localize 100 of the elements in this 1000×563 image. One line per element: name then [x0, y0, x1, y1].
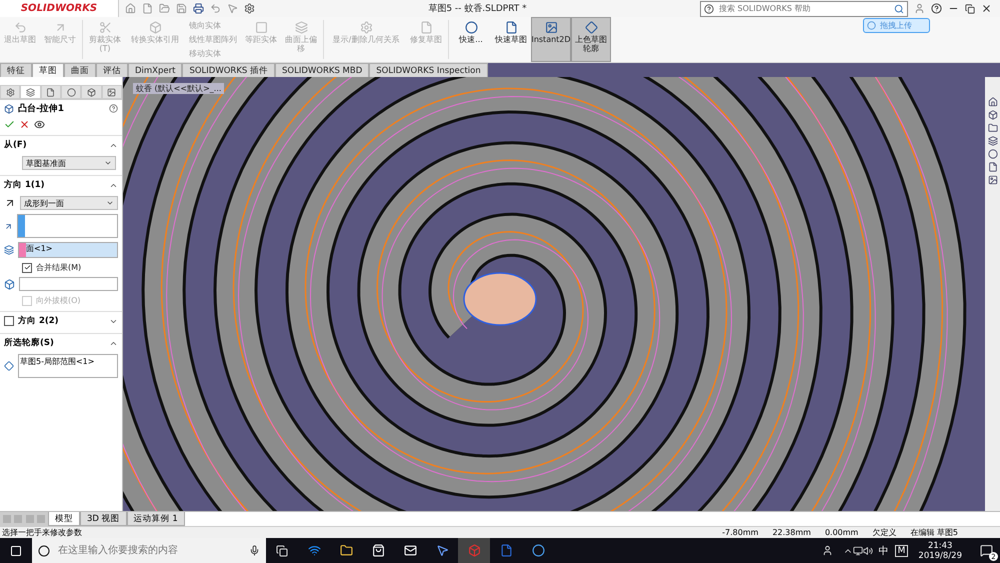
- model-tab[interactable]: 模型: [48, 512, 80, 526]
- checkbox-label: 向外拔模(O): [36, 295, 81, 306]
- settings-icon[interactable]: [244, 3, 255, 14]
- help-icon[interactable]: [109, 104, 118, 113]
- undo-icon[interactable]: [210, 3, 221, 14]
- dropdown-caret-icon: [104, 159, 112, 167]
- folder-icon[interactable]: [340, 544, 352, 557]
- mail-icon[interactable]: [404, 544, 416, 557]
- reverse-direction-icon[interactable]: [4, 197, 16, 209]
- checkbox-label: 合并结果(M): [36, 262, 82, 273]
- status-message: 选择一把手来修改参数: [2, 527, 83, 538]
- section-label: 从(F): [4, 139, 27, 151]
- print-icon[interactable]: [193, 3, 204, 14]
- help-search-input[interactable]: 搜索 SOLIDWORKS 帮助: [717, 3, 891, 14]
- panel-tab[interactable]: [20, 85, 41, 99]
- notification-icon[interactable]: [980, 544, 992, 557]
- task-pane-icon[interactable]: [988, 123, 998, 133]
- panel-tab-icon: [66, 88, 76, 96]
- panel-tab[interactable]: [60, 85, 82, 99]
- panel-tab-icon: [26, 88, 35, 96]
- ribbon-button[interactable]: 上色草图轮廓: [571, 17, 611, 62]
- face-field[interactable]: 面<1>: [18, 242, 118, 258]
- panel-tab-icon: [46, 88, 56, 96]
- status-readout: -7.80mm: [722, 528, 758, 537]
- ribbon-tab[interactable]: 草图: [32, 63, 64, 77]
- end-condition-dropdown[interactable]: 成形到一面: [20, 196, 118, 210]
- window-title: 草图5 -- 蚊香.SLDPRT *: [427, 2, 528, 15]
- diamond-icon: [584, 21, 598, 34]
- panel-tab[interactable]: [0, 85, 20, 99]
- ribbon-tab[interactable]: 评估: [96, 63, 128, 77]
- ribbon-tab[interactable]: SOLIDWORKS 插件: [182, 63, 276, 77]
- ribbon-button[interactable]: 快速草图: [491, 17, 531, 62]
- new-file-icon[interactable]: [142, 3, 153, 14]
- model-tab[interactable]: 运动算例 1: [126, 512, 185, 526]
- merge-checkbox[interactable]: [22, 262, 32, 272]
- save-icon[interactable]: [176, 3, 187, 14]
- ribbon-tab[interactable]: SOLIDWORKS MBD: [275, 63, 370, 77]
- people-icon[interactable]: [822, 545, 833, 556]
- ribbon-tab[interactable]: SOLIDWORKS Inspection: [369, 63, 488, 77]
- microphone-icon: [249, 545, 260, 556]
- circle-icon: [464, 21, 478, 34]
- ribbon-tab[interactable]: 特征: [0, 63, 32, 77]
- section-label: 方向 2(2): [18, 315, 59, 327]
- taskbar-search-field[interactable]: 在这里输入你要搜索的内容: [32, 538, 266, 563]
- breadcrumb[interactable]: 蚊香 (默认<<默认>_...: [133, 83, 224, 94]
- app-icon[interactable]: [436, 544, 448, 557]
- clock-date[interactable]: 2019/8/29: [918, 550, 962, 560]
- feature-title: 凸台-拉伸1: [18, 102, 65, 115]
- solidworks-logo: SOLIDWORKS: [0, 0, 119, 17]
- close-icon[interactable]: [981, 3, 992, 14]
- section-label: 所选轮廓(S): [4, 337, 54, 349]
- task-pane-icon[interactable]: [988, 149, 998, 159]
- panel-tab[interactable]: [81, 85, 102, 99]
- profile-list[interactable]: 草图5-局部范围<1>: [18, 354, 118, 378]
- section-label: 方向 1(1): [4, 179, 45, 191]
- cancel-icon[interactable]: [19, 119, 30, 130]
- task-pane-icon[interactable]: [988, 162, 998, 172]
- panel-tab-icon: [107, 88, 116, 96]
- task-pane-icon[interactable]: [988, 110, 998, 120]
- help-icon[interactable]: [931, 3, 942, 14]
- ok-icon[interactable]: [4, 119, 15, 130]
- ime-mode-indicator[interactable]: M: [894, 544, 908, 556]
- ime-indicator[interactable]: 中: [878, 544, 889, 558]
- ribbon-button[interactable]: 快速...: [451, 17, 491, 62]
- store-icon[interactable]: [372, 544, 384, 557]
- document-icon: [504, 21, 518, 34]
- task-view-icon[interactable]: [276, 544, 288, 556]
- task-pane-icon[interactable]: [988, 97, 998, 107]
- draft-angle-field[interactable]: [19, 277, 118, 291]
- status-readout: 0.00mm: [824, 528, 858, 537]
- status-readout: 在编辑 草图5: [910, 527, 958, 538]
- task-pane-icon[interactable]: [988, 136, 998, 146]
- square-icon: [254, 21, 268, 34]
- layers-icon: [294, 21, 308, 34]
- preview-icon[interactable]: [34, 119, 45, 130]
- ribbon-button[interactable]: Instant2D: [531, 17, 571, 62]
- home-icon[interactable]: [125, 3, 136, 14]
- pointer-icon[interactable]: [227, 3, 238, 14]
- volume-icon[interactable]: [862, 546, 873, 556]
- panel-tab[interactable]: [102, 85, 122, 99]
- user-icon[interactable]: [914, 3, 925, 14]
- gear-icon: [360, 21, 372, 34]
- document-icon: [420, 21, 432, 34]
- cortana-icon: [38, 544, 50, 556]
- model-tab[interactable]: 3D 视图: [80, 512, 127, 526]
- clock-time[interactable]: 21:43: [928, 540, 952, 550]
- panel-tab[interactable]: [40, 85, 61, 99]
- panel-tab-icon: [6, 88, 15, 96]
- direction2-checkbox[interactable]: [4, 316, 14, 326]
- restore-icon[interactable]: [965, 4, 975, 14]
- help-search-field[interactable]: 搜索 SOLIDWORKS 帮助: [700, 0, 908, 16]
- ribbon-tab[interactable]: DimXpert: [128, 63, 182, 77]
- ribbon-tab[interactable]: 曲面: [64, 63, 96, 77]
- start-dropdown[interactable]: 草图基准面: [22, 156, 116, 170]
- cube-icon: [148, 21, 162, 34]
- task-pane-icon[interactable]: [988, 175, 998, 185]
- help-icon: [704, 4, 714, 14]
- open-folder-icon[interactable]: [159, 3, 170, 14]
- direction-list[interactable]: [17, 214, 118, 238]
- taskbar-search-input[interactable]: 在这里输入你要搜索的内容: [56, 544, 243, 557]
